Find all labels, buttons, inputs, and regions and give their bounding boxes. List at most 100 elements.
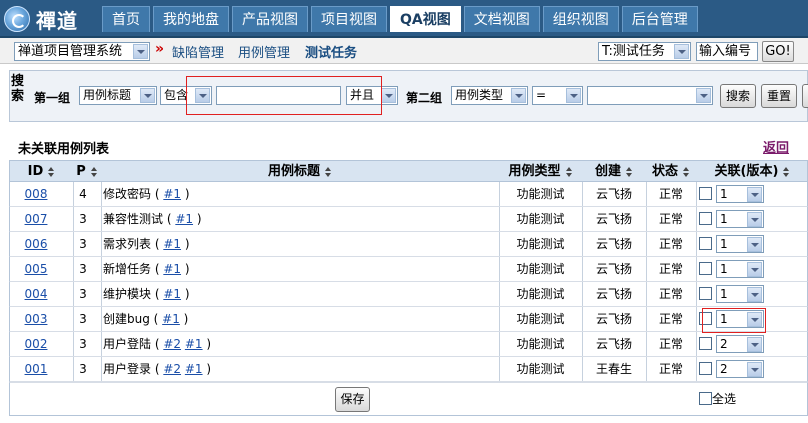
nav-link-test-task[interactable]: 测试任务 (305, 42, 357, 61)
select-all-checkbox[interactable] (699, 392, 712, 405)
version-select-value: 1 (720, 237, 728, 251)
link-checkbox[interactable] (699, 337, 712, 350)
case-id-link[interactable]: 003 (25, 312, 48, 326)
paren-close: ) (202, 337, 212, 351)
col-header-creator[interactable]: 创建 (582, 161, 646, 183)
col-header-title[interactable]: 用例标题 (101, 161, 499, 183)
table-row: 002 3 用户登陆 ( #2 #1 ) 功能测试 云飞扬 正常 2 (9, 332, 808, 357)
case-id-link[interactable]: 005 (25, 262, 48, 276)
case-id-link[interactable]: 008 (25, 187, 48, 201)
cell-priority: 3 (79, 212, 87, 226)
version-select[interactable]: 2 (716, 335, 764, 353)
case-id-link[interactable]: 007 (25, 212, 48, 226)
chevron-down-icon[interactable] (674, 44, 689, 59)
nav-tab-6[interactable]: 组织视图 (542, 6, 619, 32)
version-link[interactable]: #1 (163, 237, 181, 251)
case-id-link[interactable]: 006 (25, 237, 48, 251)
col-header-priority[interactable]: P (73, 161, 101, 183)
chevron-down-icon[interactable] (747, 237, 762, 252)
nav-tab-4[interactable]: QA视图 (390, 6, 461, 32)
version-link[interactable]: #1 (185, 362, 203, 376)
col-header-id[interactable]: ID (10, 161, 73, 183)
case-id-link[interactable]: 004 (25, 287, 48, 301)
paren-close: ) (181, 287, 190, 301)
nav-tab-5[interactable]: 文档视图 (463, 6, 540, 32)
cell-id: 005 (10, 257, 62, 281)
cell-creator: 云飞扬 (595, 212, 632, 226)
link-checkbox[interactable] (699, 212, 712, 225)
group2-operator-select[interactable]: = (532, 86, 583, 105)
version-link[interactable]: #1 (175, 212, 193, 226)
chevron-down-icon[interactable] (747, 337, 762, 352)
chevron-down-icon[interactable] (747, 287, 762, 302)
group1-field-select[interactable]: 用例标题 (79, 86, 157, 105)
chevron-down-icon[interactable] (133, 44, 148, 59)
case-id-link[interactable]: 002 (25, 337, 48, 351)
link-checkbox[interactable] (699, 187, 712, 200)
code-input[interactable]: 输入编号 (696, 42, 758, 61)
product-select[interactable]: 禅道项目管理系统 (14, 42, 150, 61)
sort-icon (325, 166, 332, 177)
chevron-down-icon[interactable] (140, 88, 155, 103)
search-label: 搜索 (11, 74, 25, 104)
logo[interactable]: 禪道 (4, 4, 100, 34)
version-select[interactable]: 1 (716, 260, 764, 278)
case-title: 用户登陆 (103, 337, 152, 351)
chevron-down-icon[interactable] (381, 88, 396, 103)
nav-tab-1[interactable]: 我的地盘 (153, 6, 229, 32)
save-button[interactable]: 保存 (335, 387, 370, 412)
cell-priority: 3 (79, 312, 87, 326)
col-header-type[interactable]: 用例类型 (499, 161, 582, 183)
link-checkbox[interactable] (699, 362, 712, 375)
version-select[interactable]: 1 (716, 285, 764, 303)
version-link[interactable]: #1 (162, 312, 180, 326)
reset-button[interactable]: 重置 (761, 84, 797, 108)
chevron-down-icon[interactable] (566, 88, 581, 103)
nav-tab-2[interactable]: 产品视图 (232, 6, 308, 32)
col-header-status[interactable]: 状态 (646, 161, 696, 183)
nav-link-case-management[interactable]: 用例管理 (238, 42, 290, 61)
link-checkbox[interactable] (699, 287, 712, 300)
group1-field-value: 用例标题 (83, 88, 132, 102)
chevron-down-icon[interactable] (696, 88, 711, 103)
link-checkbox[interactable] (699, 262, 712, 275)
version-link[interactable]: #1 (185, 337, 203, 351)
search-button[interactable]: 搜索 (720, 84, 756, 108)
version-link[interactable]: #2 (163, 362, 181, 376)
version-link[interactable]: #2 (163, 337, 181, 351)
link-checkbox[interactable] (699, 237, 712, 250)
group2-value-select[interactable] (587, 86, 713, 105)
test-task-select-value: T:测试任务 (602, 44, 665, 59)
go-button[interactable]: GO! (762, 41, 794, 62)
nav-tab-7[interactable]: 后台管理 (621, 6, 698, 32)
nav-tab-0[interactable]: 首页 (102, 6, 150, 32)
chevron-down-icon[interactable] (747, 187, 762, 202)
chevron-down-icon[interactable] (747, 262, 762, 277)
version-select[interactable]: 1 (716, 185, 764, 203)
column-divider (101, 232, 102, 256)
version-select[interactable]: 2 (716, 360, 764, 378)
version-select-value: 1 (720, 212, 728, 226)
cell-title: 新增任务 ( #1 ) (103, 257, 497, 281)
chevron-down-icon[interactable] (747, 362, 762, 377)
version-link[interactable]: #1 (163, 262, 181, 276)
nav-tab-3[interactable]: 项目视图 (311, 6, 387, 32)
paren-open: ( (151, 287, 164, 301)
case-id-link[interactable]: 001 (25, 362, 48, 376)
cell-type: 功能测试 (516, 312, 565, 326)
back-link[interactable]: 返回 (763, 137, 789, 156)
chevron-down-icon[interactable] (747, 212, 762, 227)
group2-field-select[interactable]: 用例类型 (451, 86, 528, 105)
version-link[interactable]: #1 (163, 187, 181, 201)
more-button[interactable] (802, 84, 808, 108)
col-header-link-version[interactable]: 关联(版本) (696, 161, 808, 183)
version-link[interactable]: #1 (163, 287, 181, 301)
nav-link-bug-management[interactable]: 缺陷管理 (172, 42, 224, 61)
group2-label: 第二组 (406, 91, 443, 105)
version-select[interactable]: 1 (716, 210, 764, 228)
cell-priority: 4 (79, 187, 87, 201)
chevron-down-icon[interactable] (511, 88, 526, 103)
test-task-select[interactable]: T:测试任务 (598, 42, 691, 61)
version-select[interactable]: 1 (716, 235, 764, 253)
cell-title: 需求列表 ( #1 ) (103, 232, 497, 256)
